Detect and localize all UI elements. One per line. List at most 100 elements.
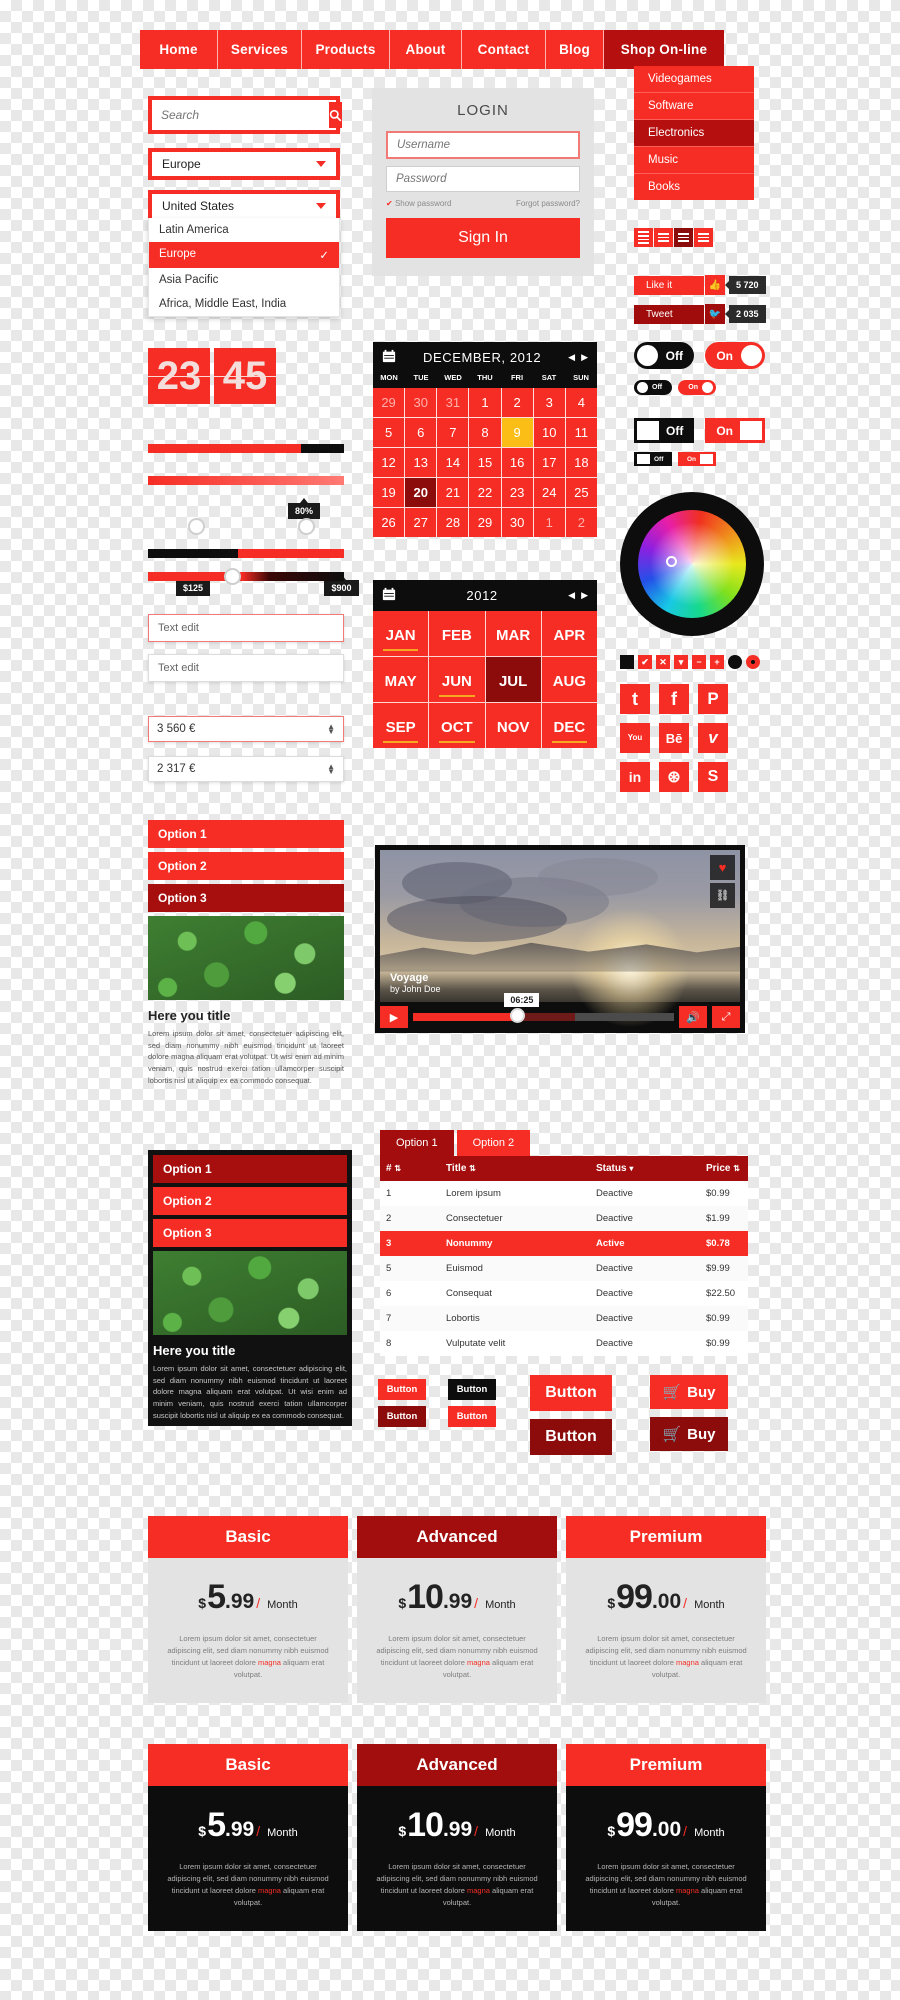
calendar-day[interactable]: 31: [437, 388, 469, 417]
month-calendar[interactable]: DECEMBER, 2012 ◀ ▶ MON TUE WED THU FRI S…: [373, 342, 597, 537]
calendar-month[interactable]: APR: [541, 611, 597, 656]
search-box[interactable]: [148, 96, 342, 134]
shop-dropdown-menu[interactable]: Videogames Software Electronics Music Bo…: [634, 66, 754, 200]
thumbs-up-icon[interactable]: 👍: [705, 275, 725, 295]
dribbble-icon[interactable]: ⊛: [659, 762, 689, 792]
calendar-day[interactable]: 15: [469, 448, 501, 477]
column-header-status[interactable]: Status ▾: [590, 1163, 700, 1174]
table-row[interactable]: 2 Consectetuer Deactive $1.99: [380, 1206, 748, 1231]
switch-on-square-small[interactable]: On: [678, 452, 716, 466]
pricing-card[interactable]: Basic $5.99/ Month Lorem ipsum dolor sit am…: [148, 1744, 348, 1931]
twitter-icon[interactable]: t: [620, 684, 650, 714]
play-button[interactable]: ▶: [380, 1006, 408, 1028]
calendar-next-button[interactable]: ▶: [581, 352, 588, 363]
video-progress-track[interactable]: 06:25: [413, 993, 674, 1023]
calendar-month[interactable]: MAR: [485, 611, 541, 656]
color-wheel-picker[interactable]: [620, 492, 764, 636]
button-large-red[interactable]: Button: [530, 1375, 612, 1411]
calendar-month[interactable]: JAN: [373, 611, 429, 656]
calendar-day[interactable]: 7: [437, 418, 469, 447]
calendar-month[interactable]: AUG: [541, 657, 597, 702]
check-icon-control[interactable]: ✔: [638, 655, 652, 669]
like-counter[interactable]: Like it 👍 5 720: [634, 275, 766, 295]
region-option-latin-america[interactable]: Latin America: [149, 218, 339, 242]
calendar-day[interactable]: 1: [469, 388, 501, 417]
toggle-off-small[interactable]: Off: [634, 380, 672, 395]
calendar-day[interactable]: 28: [437, 508, 469, 537]
tab-option-1[interactable]: Option 1: [380, 1130, 454, 1156]
calendar-day[interactable]: 24: [533, 478, 565, 507]
nav-item-shop-online[interactable]: Shop On-line: [604, 30, 724, 69]
video-scrubber-knob[interactable]: [509, 1008, 525, 1023]
switch-on-square[interactable]: On: [705, 418, 765, 443]
calendar-day[interactable]: 29: [469, 508, 501, 537]
calendar-day[interactable]: 10: [533, 418, 565, 447]
behance-icon[interactable]: Bē: [659, 723, 689, 753]
accordion-dark-option-2[interactable]: Option 2: [153, 1187, 347, 1215]
video-link-icon[interactable]: ⛓: [710, 883, 735, 908]
linkedin-icon[interactable]: in: [620, 762, 650, 792]
table-row[interactable]: 3 Nonummy Active $0.78: [380, 1231, 748, 1256]
calendar-day[interactable]: 6: [405, 418, 437, 447]
calendar-day[interactable]: 14: [437, 448, 469, 477]
calendar-month[interactable]: JUL: [485, 657, 541, 702]
switch-off-square[interactable]: Off: [634, 418, 694, 443]
calendar-day[interactable]: 25: [565, 478, 597, 507]
nav-item-services[interactable]: Services: [218, 30, 302, 69]
currency-spinner-default[interactable]: 2 317 € ▲ ▼: [148, 756, 344, 782]
skype-icon[interactable]: S: [698, 762, 728, 792]
button-small-dark[interactable]: Button: [378, 1406, 426, 1427]
dropdown-item-music[interactable]: Music: [634, 147, 754, 174]
stepper-arrows-icon-2[interactable]: ▲ ▼: [327, 763, 335, 776]
fullscreen-button[interactable]: ⤢: [712, 1006, 740, 1028]
calendar-day[interactable]: 19: [373, 478, 405, 507]
table-row[interactable]: 1 Lorem ipsum Deactive $0.99: [380, 1181, 748, 1206]
column-header-title[interactable]: Title ⇅: [440, 1163, 590, 1174]
year-month-grid[interactable]: JAN FEB MAR APR MAY JUN JUL AUG SEP OCT NOV DEC: [373, 611, 597, 748]
calendar-day[interactable]: 3: [533, 388, 565, 417]
toggle-on-small[interactable]: On: [678, 380, 716, 395]
button-group-buy[interactable]: 🛒 Buy 🛒 Buy: [650, 1375, 728, 1451]
calendar-day[interactable]: 18: [565, 448, 597, 477]
accordion-dark-option-1[interactable]: Option 1: [153, 1155, 347, 1183]
sign-in-button[interactable]: Sign In: [386, 218, 580, 258]
pricing-card[interactable]: Premium $99.00/ Month Lorem ipsum dolor sit…: [566, 1516, 766, 1703]
view-detail-icon[interactable]: [674, 228, 693, 247]
calendar-month[interactable]: SEP: [373, 703, 429, 748]
dropdown-item-videogames[interactable]: Videogames: [634, 66, 754, 93]
username-field[interactable]: [386, 131, 580, 159]
accordion-dark-option-3[interactable]: Option 3: [153, 1219, 347, 1247]
calendar-day[interactable]: 20: [405, 478, 437, 507]
calendar-day[interactable]: 4: [565, 388, 597, 417]
dropdown-item-electronics[interactable]: Electronics: [634, 120, 754, 147]
accordion-light-option-2[interactable]: Option 2: [148, 852, 344, 880]
color-wheel-selector[interactable]: [666, 556, 677, 567]
color-wheel-gradient[interactable]: [638, 510, 746, 618]
region-select-trigger[interactable]: United States: [148, 190, 340, 218]
minus-icon[interactable]: −: [692, 655, 706, 669]
calendar-day[interactable]: 2: [565, 508, 597, 537]
calendar-month[interactable]: FEB: [429, 611, 485, 656]
calendar-day[interactable]: 26: [373, 508, 405, 537]
view-list-icon[interactable]: [634, 228, 653, 247]
button-large-dark[interactable]: Button: [530, 1419, 612, 1455]
data-table-widget[interactable]: Option 1 Option 2 # ⇅ Title ⇅ Status ▾ P…: [380, 1130, 748, 1356]
pricing-card[interactable]: Advanced $10.99/ Month Lorem ipsum dolor si…: [357, 1516, 557, 1703]
calendar-month[interactable]: MAY: [373, 657, 429, 702]
table-header-row[interactable]: # ⇅ Title ⇅ Status ▾ Price ⇅: [380, 1156, 748, 1181]
region-option-africa[interactable]: Africa, Middle East, India: [149, 292, 339, 316]
calendar-day[interactable]: 2: [501, 388, 533, 417]
video-like-icon[interactable]: ♥: [710, 855, 735, 880]
column-header-number[interactable]: # ⇅: [380, 1163, 440, 1174]
radio-unselected-icon[interactable]: [728, 655, 742, 669]
like-button[interactable]: Like it: [634, 275, 704, 295]
calendar-month[interactable]: JUN: [429, 657, 485, 702]
button-group-small-2[interactable]: Button Button: [448, 1379, 496, 1427]
tab-option-2[interactable]: Option 2: [456, 1130, 531, 1156]
calendar-day[interactable]: 29: [373, 388, 405, 417]
nav-item-about[interactable]: About: [390, 30, 462, 69]
range-slider-track[interactable]: [148, 549, 344, 558]
calendar-day[interactable]: 1: [533, 508, 565, 537]
search-icon[interactable]: [329, 102, 342, 128]
vimeo-icon[interactable]: v: [698, 723, 728, 753]
